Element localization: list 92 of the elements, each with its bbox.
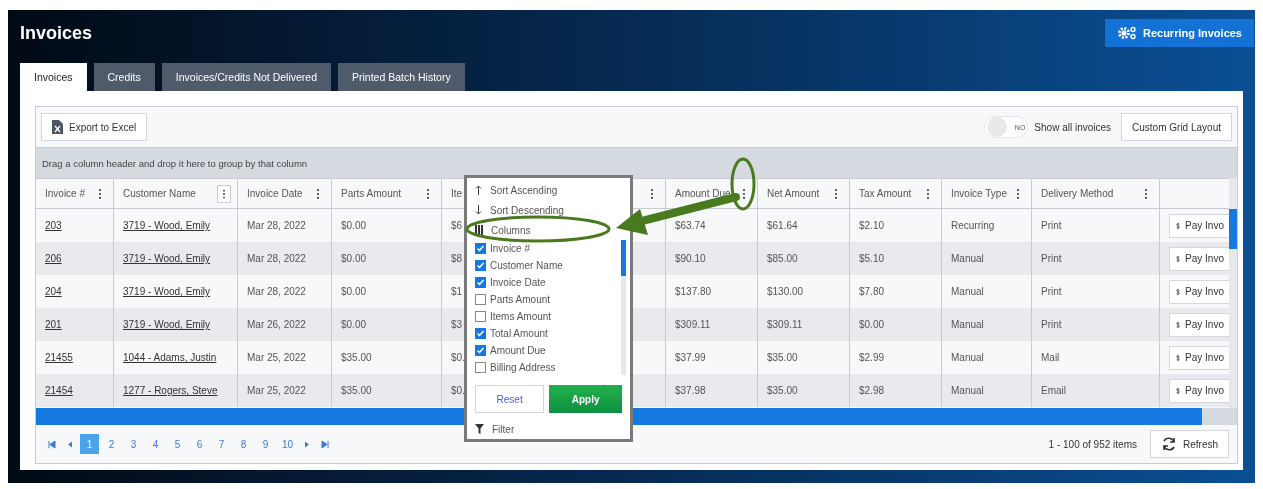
customer-link[interactable]: 3719 - Wood, Emily: [123, 220, 211, 231]
group-hint: Drag a column header and drop it here to group by that column: [42, 157, 308, 169]
invoice-link[interactable]: 203: [45, 220, 62, 231]
column-header[interactable]: Invoice Type: [951, 188, 1007, 199]
pay-invoice-button[interactable]: Pay Invo: [1169, 213, 1229, 238]
invoice-link[interactable]: 206: [45, 253, 62, 264]
table-cell: $35.00: [758, 374, 850, 407]
table-cell: $2.98: [850, 374, 942, 407]
page-title: Invoices: [20, 22, 93, 44]
toggle-label: Show all invoices: [1034, 121, 1112, 133]
page-button[interactable]: 4: [146, 434, 165, 454]
table-cell: $35.00: [332, 374, 442, 407]
column-header[interactable]: Tax Amount: [859, 188, 912, 199]
invoice-link[interactable]: 204: [45, 286, 62, 297]
page-button[interactable]: 7: [212, 434, 231, 454]
column-header[interactable]: Delivery Method: [1041, 188, 1114, 199]
invoice-link[interactable]: 21455: [45, 352, 73, 363]
reset-button[interactable]: Reset: [475, 385, 545, 413]
table-cell: Email: [1032, 374, 1160, 407]
column-header[interactable]: Invoice #: [45, 188, 86, 199]
page-button[interactable]: 6: [190, 434, 209, 454]
table-cell: Mar 26, 2022: [238, 308, 332, 341]
refresh-button[interactable]: Refresh: [1150, 430, 1229, 458]
pay-invoice-button[interactable]: Pay Invo: [1169, 345, 1229, 370]
custom-grid-layout-button[interactable]: Custom Grid Layout: [1121, 113, 1232, 141]
table-cell: $5.10: [850, 242, 942, 275]
column-header[interactable]: Parts Amount: [341, 188, 402, 199]
page-button[interactable]: 5: [168, 434, 187, 454]
columns-icon: [475, 225, 483, 235]
table-cell: $309.11: [666, 308, 758, 341]
customer-link[interactable]: 3719 - Wood, Emily: [123, 319, 211, 330]
tab[interactable]: Printed Batch History: [338, 63, 465, 91]
tab[interactable]: Credits: [93, 63, 155, 91]
tab[interactable]: Invoices: [20, 63, 87, 91]
pay-invoice-button[interactable]: Pay Invo: [1169, 378, 1229, 403]
column-header[interactable]: Ite: [451, 188, 463, 199]
table-cell: Manual: [942, 308, 1032, 341]
vertical-scrollbar[interactable]: [1229, 178, 1237, 408]
table-cell: $37.98: [666, 374, 758, 407]
table-cell: $0.00: [332, 308, 442, 341]
table-cell: Mar 28, 2022: [238, 242, 332, 275]
customer-link[interactable]: 3719 - Wood, Emily: [123, 253, 211, 264]
arrow-down-icon: [475, 205, 482, 215]
page-button[interactable]: 8: [234, 434, 253, 454]
refresh-icon: [1161, 436, 1177, 452]
menu-item[interactable]: Sort Ascending: [475, 180, 558, 200]
checkbox[interactable]: [475, 362, 486, 373]
list-scrollbar[interactable]: [621, 240, 626, 375]
highlight-ellipse: [730, 157, 756, 211]
customer-link[interactable]: 1044 - Adams, Justin: [123, 352, 217, 363]
table-cell: $0.00: [332, 242, 442, 275]
menu-item[interactable]: Columns: [475, 220, 531, 240]
checkbox[interactable]: [475, 328, 486, 339]
filter-menu-item[interactable]: Filter: [475, 419, 515, 439]
page-button[interactable]: 2: [102, 434, 121, 454]
checkbox[interactable]: [475, 311, 486, 322]
arrow-up-icon: [475, 185, 482, 195]
table-cell: $85.00: [758, 242, 850, 275]
checkbox[interactable]: [475, 260, 486, 271]
page-button[interactable]: 10: [278, 434, 297, 454]
page-button[interactable]: 9: [256, 434, 275, 454]
table-cell: Manual: [942, 374, 1032, 407]
excel-file-icon: [52, 120, 63, 134]
page-button[interactable]: 3: [124, 434, 143, 454]
pay-invoice-button[interactable]: Pay Invo: [1169, 312, 1229, 337]
pay-invoice-button[interactable]: Pay Invo: [1169, 246, 1229, 271]
customer-link[interactable]: 1277 - Rogers, Steve: [123, 385, 218, 396]
table-cell: $309.11: [758, 308, 850, 341]
table-cell: $0.00: [850, 308, 942, 341]
table-cell: Manual: [942, 242, 1032, 275]
checkbox[interactable]: [475, 294, 486, 305]
table-cell: Print: [1032, 308, 1160, 341]
invoice-link[interactable]: 21454: [45, 385, 73, 396]
recurring-invoices-button[interactable]: Recurring Invoices: [1104, 19, 1254, 47]
table-cell: Mar 25, 2022: [238, 374, 332, 407]
invoice-link[interactable]: 201: [45, 319, 62, 330]
pay-invoice-button[interactable]: Pay Invo: [1169, 279, 1229, 304]
export-button[interactable]: Export to Excel: [41, 113, 148, 141]
column-header[interactable]: Customer Name: [123, 188, 196, 199]
item-count: 1 - 100 of 952 items: [1048, 438, 1137, 450]
customer-link[interactable]: 3719 - Wood, Emily: [123, 286, 211, 297]
table-cell: Print: [1032, 242, 1160, 275]
checkbox[interactable]: [475, 243, 486, 254]
gears-icon: [1116, 26, 1137, 40]
checkbox[interactable]: [475, 345, 486, 356]
column-menu-icon[interactable]: [217, 184, 231, 203]
tab[interactable]: Invoices/Credits Not Delivered: [161, 63, 332, 91]
filter-icon: [475, 424, 484, 434]
column-header[interactable]: Invoice Date: [247, 188, 303, 199]
column-header[interactable]: Net Amount: [767, 188, 820, 199]
checkbox[interactable]: [475, 277, 486, 288]
table-cell: $90.10: [666, 242, 758, 275]
